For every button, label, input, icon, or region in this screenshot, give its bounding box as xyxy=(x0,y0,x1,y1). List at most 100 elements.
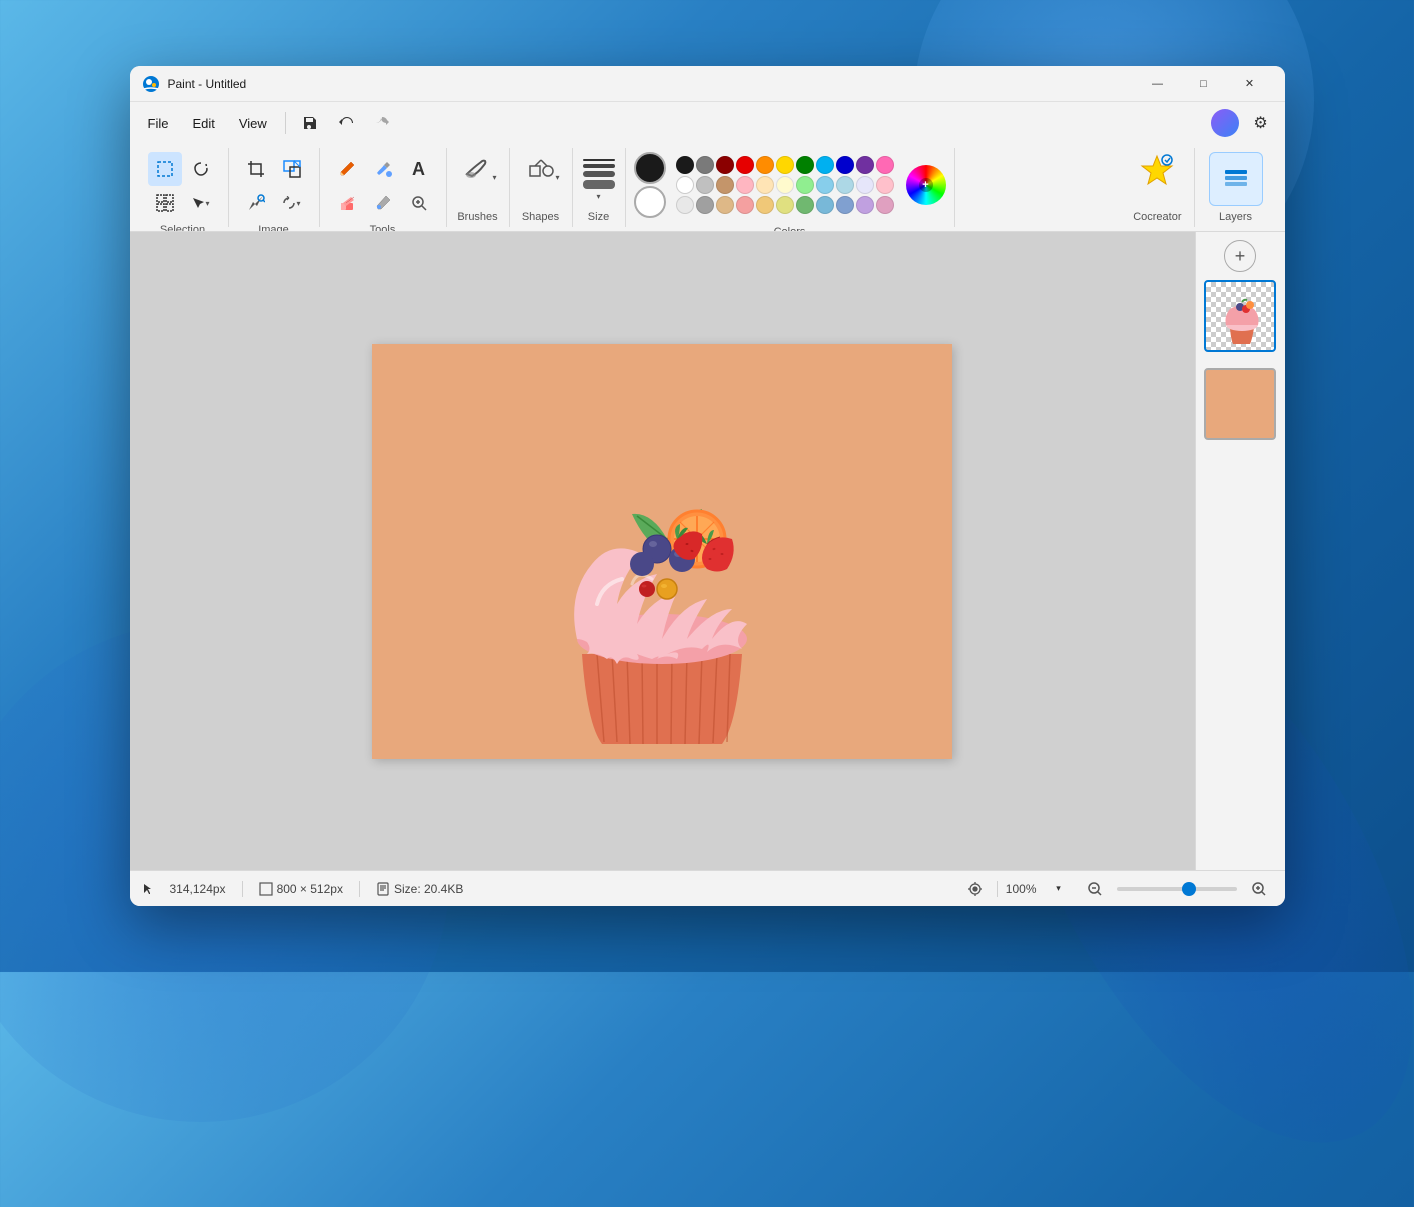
resize-image-tool[interactable] xyxy=(275,152,309,186)
color-dot[interactable] xyxy=(696,196,714,214)
color-dot[interactable] xyxy=(736,176,754,194)
menu-view[interactable]: View xyxy=(229,112,277,135)
menu-edit[interactable]: Edit xyxy=(182,112,224,135)
selection-bottom-row: ▾ xyxy=(148,186,218,220)
color-dot[interactable] xyxy=(796,176,814,194)
redo-button[interactable] xyxy=(366,107,398,139)
shapes-tool[interactable]: ▾ xyxy=(520,152,562,184)
menu-file[interactable]: File xyxy=(138,112,179,135)
color-palette xyxy=(676,156,894,214)
cocreator-label: Cocreator xyxy=(1133,207,1181,223)
select-all-tool[interactable] xyxy=(148,186,182,220)
crop-tool[interactable] xyxy=(239,152,273,186)
cursor-icon xyxy=(142,883,154,895)
color-dot[interactable] xyxy=(676,156,694,174)
colors-group: + Colors xyxy=(626,148,955,227)
color-dot[interactable] xyxy=(796,196,814,214)
shapes-group: ▾ Shapes xyxy=(510,148,573,227)
zoom-slider[interactable] xyxy=(1117,887,1237,891)
pencil-tool[interactable] xyxy=(330,152,364,186)
color-dot[interactable] xyxy=(856,156,874,174)
color-dot[interactable] xyxy=(816,196,834,214)
color-dot[interactable] xyxy=(816,176,834,194)
secondary-color-swatch[interactable] xyxy=(634,186,666,218)
color-dot[interactable] xyxy=(716,156,734,174)
color-picker-button[interactable]: + xyxy=(906,165,946,205)
color-dot[interactable] xyxy=(676,196,694,214)
eraser-tool[interactable] xyxy=(330,186,364,220)
color-dot[interactable] xyxy=(836,176,854,194)
size-thickest[interactable] xyxy=(583,180,615,189)
color-dot[interactable] xyxy=(756,196,774,214)
cocreator-icon xyxy=(1139,152,1175,195)
add-layer-button[interactable]: + xyxy=(1224,240,1256,272)
window-title: Paint - Untitled xyxy=(168,77,1135,91)
zoom-dropdown-button[interactable]: ▾ xyxy=(1045,875,1073,903)
size-thick[interactable] xyxy=(583,171,615,177)
undo-button[interactable] xyxy=(330,107,362,139)
screen-capture-button[interactable] xyxy=(961,875,989,903)
color-dot[interactable] xyxy=(716,176,734,194)
color-picker-tool[interactable] xyxy=(366,186,400,220)
color-dot[interactable] xyxy=(736,196,754,214)
color-dot[interactable] xyxy=(876,156,894,174)
maximize-button[interactable]: □ xyxy=(1181,68,1227,100)
brush-tool[interactable]: ▾ xyxy=(457,152,499,184)
close-button[interactable]: ✕ xyxy=(1227,68,1273,100)
rotate-tool[interactable]: ▾ xyxy=(275,186,309,220)
color-dot[interactable] xyxy=(876,176,894,194)
color-dot[interactable] xyxy=(776,156,794,174)
color-dot[interactable] xyxy=(776,176,794,194)
size-medium[interactable] xyxy=(583,164,615,168)
color-dot[interactable] xyxy=(756,156,774,174)
layer-2-thumbnail[interactable] xyxy=(1204,368,1276,440)
layers-button[interactable] xyxy=(1209,152,1263,206)
layers-panel: + xyxy=(1195,232,1285,870)
color-dot[interactable] xyxy=(836,156,854,174)
layers-group[interactable]: Layers xyxy=(1195,148,1277,227)
magic-select-tool[interactable] xyxy=(239,186,273,220)
menu-divider xyxy=(285,112,286,134)
minimize-button[interactable]: — xyxy=(1135,68,1181,100)
select-arrow-tool[interactable]: ▾ xyxy=(184,186,218,220)
color-dot[interactable] xyxy=(856,176,874,194)
color-row-2 xyxy=(676,176,894,194)
size-label: Size xyxy=(588,207,609,223)
colors-label: Colors xyxy=(774,222,806,232)
select-freeform-tool[interactable] xyxy=(184,152,218,186)
color-dot[interactable] xyxy=(876,196,894,214)
color-dot[interactable] xyxy=(676,176,694,194)
size-item: Size: 20.4KB xyxy=(376,882,463,896)
canvas-image[interactable] xyxy=(372,344,952,759)
color-dot[interactable] xyxy=(736,156,754,174)
user-avatar[interactable] xyxy=(1211,109,1239,137)
zoom-thumb[interactable] xyxy=(1182,882,1196,896)
layer-1-thumbnail[interactable] xyxy=(1204,280,1276,352)
zoom-tool[interactable] xyxy=(402,186,436,220)
fill-tool[interactable] xyxy=(366,152,400,186)
text-tool[interactable]: A xyxy=(402,152,436,186)
image-bottom-row: ▾ xyxy=(239,186,309,220)
tools-bottom-row xyxy=(330,186,436,220)
menu-bar: File Edit View ⚙ xyxy=(130,102,1285,144)
zoom-in-button[interactable] xyxy=(1245,875,1273,903)
select-rect-tool[interactable] xyxy=(148,152,182,186)
color-dot[interactable] xyxy=(696,156,714,174)
settings-button[interactable]: ⚙ xyxy=(1245,107,1277,139)
color-dot[interactable] xyxy=(816,156,834,174)
menu-right: ⚙ xyxy=(1211,107,1277,139)
save-button[interactable] xyxy=(294,107,326,139)
color-dot[interactable] xyxy=(756,176,774,194)
brushes-label: Brushes xyxy=(457,207,497,223)
size-thin[interactable] xyxy=(583,159,615,161)
color-dot[interactable] xyxy=(716,196,734,214)
color-dot[interactable] xyxy=(696,176,714,194)
color-dot[interactable] xyxy=(836,196,854,214)
color-dot[interactable] xyxy=(856,196,874,214)
cocreator-group[interactable]: Cocreator xyxy=(1121,148,1194,227)
size-group: ▾ Size xyxy=(573,148,626,227)
color-dot[interactable] xyxy=(796,156,814,174)
zoom-out-button[interactable] xyxy=(1081,875,1109,903)
color-dot[interactable] xyxy=(776,196,794,214)
primary-color-swatch[interactable] xyxy=(634,152,666,184)
